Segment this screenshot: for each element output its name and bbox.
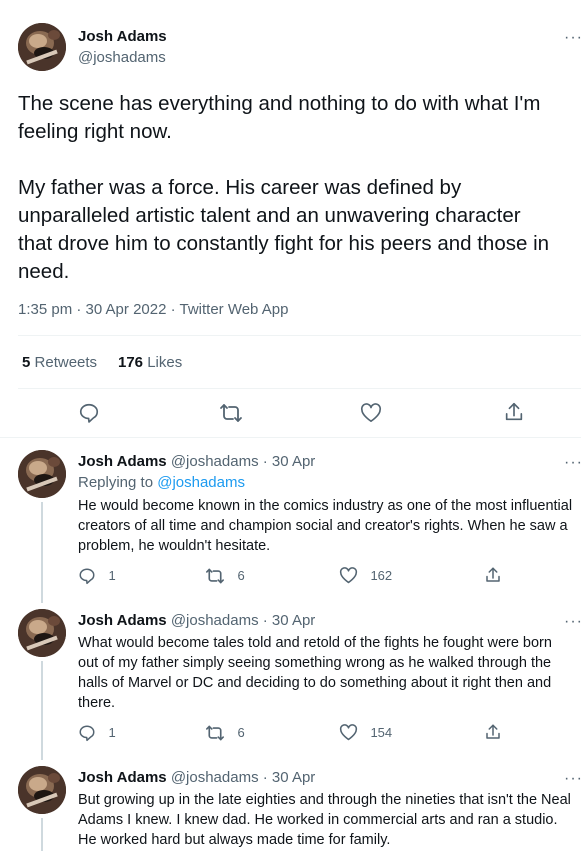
replying-to: Replying to @joshadams	[78, 474, 245, 491]
avatar[interactable]	[18, 450, 66, 498]
likes-label: Likes	[147, 354, 183, 371]
retweets-count: 5	[22, 354, 31, 371]
likes-count: 176	[118, 354, 144, 371]
tweet-date[interactable]: · 30 Apr	[263, 769, 316, 786]
retweet-count: 6	[237, 725, 245, 741]
share-icon[interactable]	[484, 723, 502, 746]
divider	[18, 388, 581, 389]
share-icon[interactable]	[503, 401, 525, 428]
reply-action[interactable]: 1	[78, 567, 116, 585]
reply-text: What would become tales told and retold …	[78, 635, 552, 711]
more-icon[interactable]: ···	[564, 455, 581, 471]
reply-icon	[79, 568, 95, 585]
reply-header: Josh Adams @joshadams · 30 Apr	[78, 769, 315, 786]
reply-count: 1	[108, 725, 116, 741]
avatar[interactable]	[18, 609, 66, 657]
reply-text: But growing up in the late eighties and …	[78, 792, 571, 848]
like-action[interactable]: 154	[339, 724, 392, 742]
retweet-action[interactable]: 6	[205, 567, 245, 585]
heart-icon	[339, 724, 358, 741]
author-name[interactable]: Josh Adams	[78, 612, 167, 629]
reply-icon	[79, 725, 95, 742]
author-handle[interactable]: @joshadams	[171, 612, 259, 629]
replying-to-link[interactable]: @joshadams	[157, 474, 245, 491]
tweet-text-paragraph-1: The scene has everything and nothing to …	[18, 92, 541, 143]
more-icon[interactable]: ···	[564, 30, 581, 46]
divider	[18, 335, 581, 336]
reply-action[interactable]: 1	[78, 724, 116, 742]
share-icon[interactable]	[484, 566, 502, 589]
heart-icon	[339, 567, 358, 584]
tweet-date[interactable]: · 30 Apr	[263, 612, 316, 629]
reply-header: Josh Adams @joshadams · 30 Apr	[78, 453, 315, 470]
author-handle[interactable]: @joshadams	[171, 453, 259, 470]
avatar[interactable]	[18, 23, 66, 71]
more-icon[interactable]: ···	[564, 614, 581, 630]
retweet-count: 6	[237, 568, 245, 584]
author-name[interactable]: Josh Adams	[78, 769, 167, 786]
like-action[interactable]: 162	[339, 567, 392, 585]
like-count: 154	[370, 725, 393, 740]
likes-stat[interactable]: 176 Likes	[118, 354, 182, 371]
retweets-label: Retweets	[34, 354, 98, 371]
like-count: 162	[370, 568, 393, 583]
thread-line	[41, 818, 43, 851]
thread-line	[41, 661, 43, 760]
divider	[0, 437, 581, 438]
tweet-date[interactable]: · 30 Apr	[263, 453, 316, 470]
heart-icon[interactable]	[360, 403, 382, 428]
retweets-stat[interactable]: 5 Retweets	[22, 354, 97, 371]
replying-to-label: Replying to	[78, 474, 154, 491]
reply-count: 1	[108, 568, 116, 584]
author-handle[interactable]: @joshadams	[171, 769, 259, 786]
retweet-icon	[206, 725, 224, 741]
reply-text: He would become known in the comics indu…	[78, 498, 573, 554]
reply-header: Josh Adams @joshadams · 30 Apr	[78, 612, 315, 629]
reply-icon[interactable]	[78, 402, 100, 429]
thread-line	[41, 502, 43, 603]
tweet-text-paragraph-2: My father was a force. His career was de…	[18, 176, 550, 283]
retweet-icon[interactable]	[219, 402, 243, 429]
more-icon[interactable]: ···	[564, 771, 581, 787]
retweet-action[interactable]: 6	[205, 724, 245, 742]
retweet-icon	[206, 568, 224, 584]
tweet-timestamp[interactable]: 1:35 pm · 30 Apr 2022 · Twitter Web App	[18, 301, 288, 318]
avatar[interactable]	[18, 766, 66, 814]
author-handle[interactable]: @joshadams	[78, 49, 166, 66]
author-name[interactable]: Josh Adams	[78, 453, 167, 470]
author-name[interactable]: Josh Adams	[78, 28, 167, 45]
